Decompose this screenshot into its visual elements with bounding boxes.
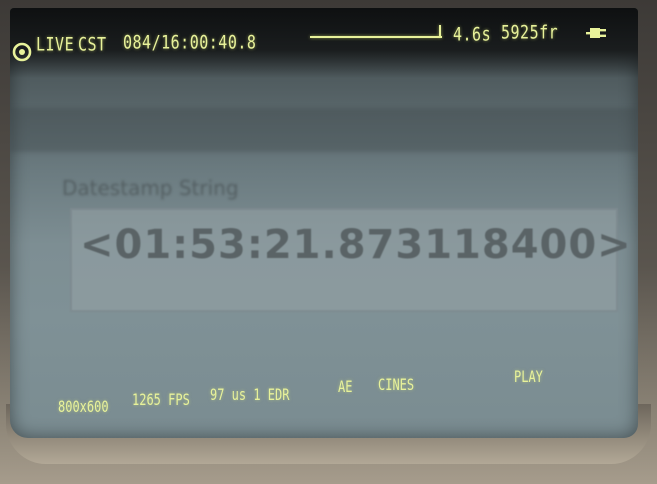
duration-readout: 4.6s [453,22,492,46]
record-icon[interactable] [12,42,32,62]
datestamp-label: Datestamp String [62,176,239,200]
fps-label: 1265 FPS [132,390,190,410]
exposure-label: 97 us 1 EDR [210,385,290,405]
timestamp-value: <01:53:21.873118400> [80,222,632,268]
ae-button[interactable]: AE [338,378,352,396]
cines-button[interactable]: CINES [378,376,414,394]
power-plug-icon [586,28,606,38]
timezone-label: CST [78,32,107,56]
play-button[interactable]: PLAY [514,368,543,386]
playback-slider-track[interactable] [310,36,442,38]
resolution-label: 800x600 [58,397,109,417]
frame-count-readout: 5925fr [501,20,559,44]
datetime-readout: 084/16:00:40.8 [123,30,257,54]
playback-slider-thumb[interactable] [439,25,441,37]
ghost-reflection-bar [10,108,638,152]
camera-screen: LIVE CST 084/16:00:40.8 4.6s 5925fr Date… [10,8,638,438]
live-mode-label: LIVE [36,32,75,56]
